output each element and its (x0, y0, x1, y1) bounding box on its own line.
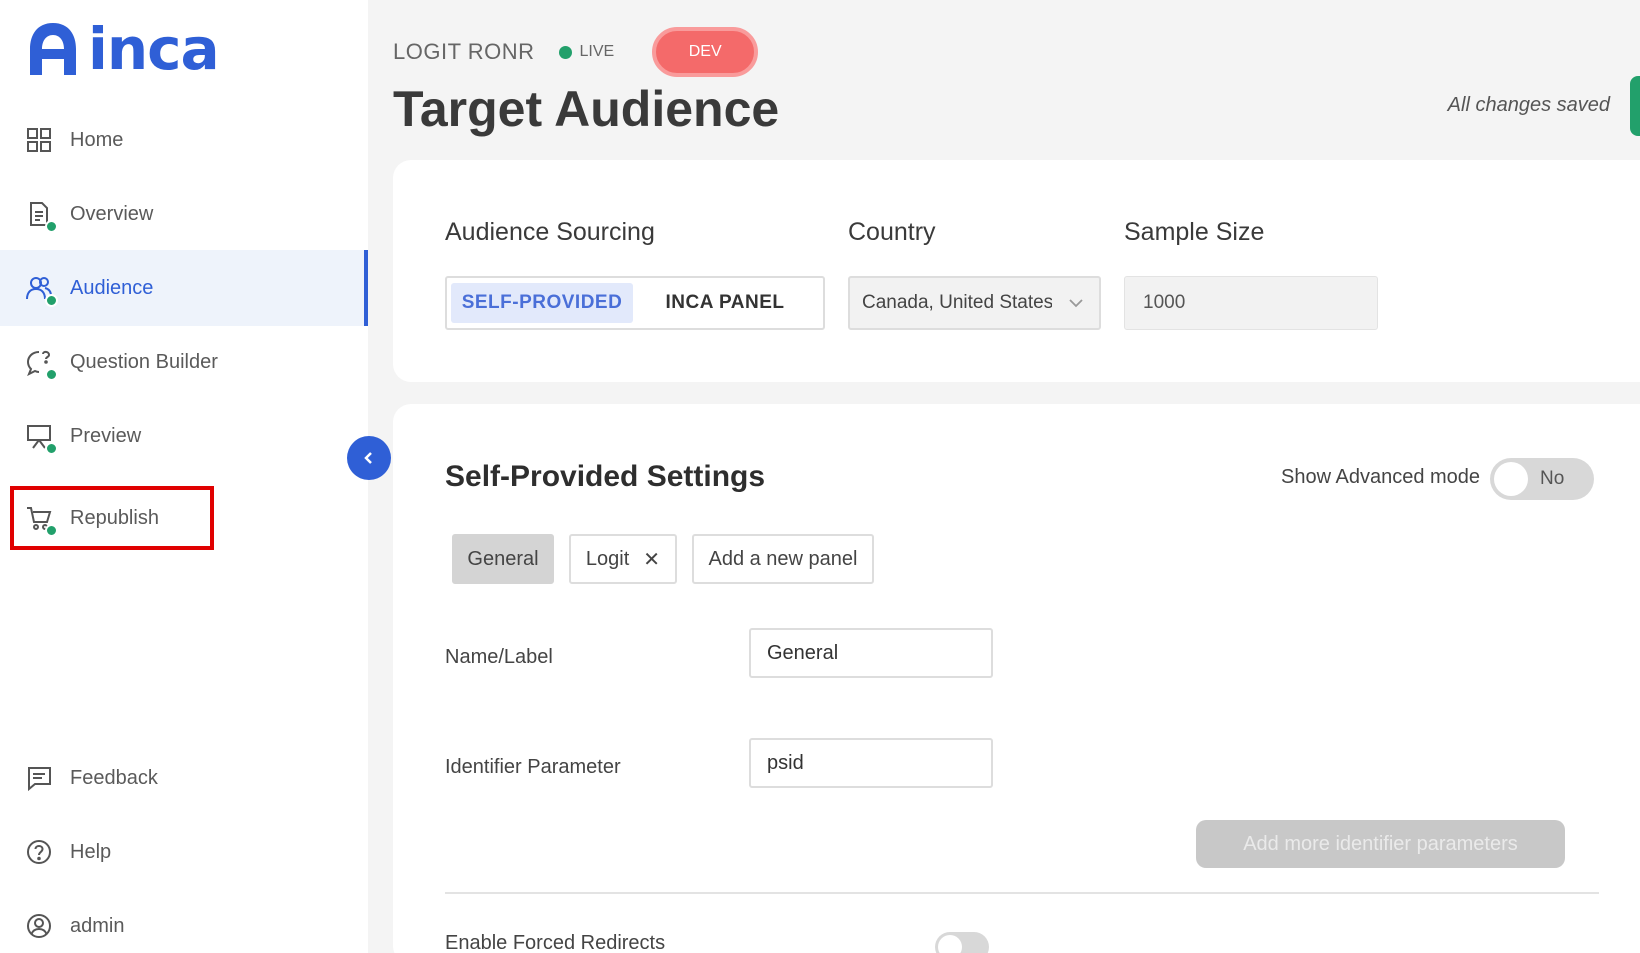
help-icon (24, 837, 54, 867)
country-label: Country (848, 218, 936, 246)
sidebar-item-admin[interactable]: admin (0, 888, 368, 953)
tab-logit[interactable]: Logit ✕ (569, 534, 677, 584)
sidebar: inca Home Overview Audience Question Bui… (0, 0, 368, 953)
sample-size-label: Sample Size (1124, 218, 1265, 246)
country-select[interactable]: Canada, United States (848, 276, 1101, 330)
live-status-dot (558, 45, 572, 59)
add-panel-button[interactable]: Add a new panel (692, 534, 874, 584)
grid-icon (24, 125, 54, 155)
name-label: Name/Label (445, 646, 553, 668)
sidebar-item-label: Feedback (70, 766, 158, 789)
sidebar-item-label: Question Builder (70, 350, 218, 373)
forced-redirects-toggle[interactable] (935, 932, 989, 953)
logo-wordmark: inca (88, 15, 220, 83)
sidebar-item-label: Overview (70, 202, 154, 225)
complete-check-icon (45, 220, 58, 233)
advanced-mode-toggle[interactable]: No (1490, 458, 1594, 500)
advanced-mode-label: Show Advanced mode (1281, 466, 1481, 488)
cart-icon (24, 503, 58, 537)
tab-label: Add a new panel (708, 547, 858, 570)
users-icon (24, 273, 58, 307)
sidebar-item-label: Republish (70, 506, 159, 529)
question-bubble-icon (24, 347, 58, 381)
sidebar-item-preview[interactable]: Preview (0, 398, 368, 474)
sidebar-item-question-builder[interactable]: Question Builder (0, 324, 368, 400)
sourcing-toggle: SELF-PROVIDED INCA PANEL (445, 276, 825, 330)
self-provided-settings-card: Self-Provided Settings Show Advanced mod… (393, 404, 1640, 953)
inca-logo-icon (30, 23, 76, 75)
tab-general[interactable]: General (452, 534, 554, 584)
sourcing-option-self-provided[interactable]: SELF-PROVIDED (451, 283, 633, 323)
chevron-left-icon (364, 452, 372, 464)
section-title: Self-Provided Settings (445, 460, 766, 493)
publish-button-edge[interactable] (1630, 76, 1640, 136)
toggle-knob (1494, 462, 1528, 496)
divider (445, 892, 1599, 894)
sidebar-item-overview[interactable]: Overview (0, 176, 368, 252)
document-icon (24, 199, 58, 233)
sidebar-item-feedback[interactable]: Feedback (0, 740, 368, 816)
project-status-row: LOGIT RONR LIVE DEV (393, 27, 759, 77)
complete-check-icon (45, 442, 58, 455)
sourcing-option-inca-panel[interactable]: INCA PANEL (633, 283, 817, 323)
toggle-knob (938, 935, 962, 953)
complete-check-icon (45, 294, 58, 307)
presentation-icon (24, 421, 58, 455)
identifier-input[interactable]: psid (749, 738, 993, 788)
live-status-label: LIVE (579, 43, 615, 60)
sidebar-item-label: Help (70, 840, 112, 863)
close-icon[interactable]: ✕ (643, 547, 660, 572)
sourcing-label: Audience Sourcing (445, 218, 655, 246)
sidebar-item-label: Home (70, 128, 124, 151)
name-input[interactable]: General (749, 628, 993, 678)
tab-label: Logit (585, 547, 630, 570)
identifier-label: Identifier Parameter (445, 756, 621, 778)
sidebar-item-home[interactable]: Home (0, 102, 368, 178)
sidebar-item-audience[interactable]: Audience (0, 250, 368, 326)
chevron-down-icon (1069, 299, 1083, 308)
complete-check-icon (45, 524, 58, 537)
page-title: Target Audience (393, 81, 780, 137)
message-icon (24, 763, 54, 793)
sidebar-item-label: admin (70, 914, 125, 937)
sidebar-item-republish[interactable]: Republish (0, 480, 368, 556)
sidebar-item-label: Audience (70, 276, 154, 299)
collapse-sidebar-button[interactable] (347, 436, 391, 480)
sidebar-item-help[interactable]: Help (0, 814, 368, 890)
add-identifier-button[interactable]: Add more identifier parameters (1196, 820, 1565, 868)
sidebar-item-label: Preview (70, 424, 142, 447)
toggle-value: No (1540, 468, 1565, 489)
forced-redirects-label: Enable Forced Redirects (445, 932, 666, 953)
complete-check-icon (45, 368, 58, 381)
env-badge[interactable]: DEV (652, 27, 759, 77)
save-status: All changes saved (1447, 94, 1610, 116)
user-circle-icon (24, 911, 54, 941)
project-name: LOGIT RONR (393, 39, 535, 64)
inca-logo[interactable]: inca (24, 15, 220, 83)
audience-card: Audience Sourcing Country Sample Size SE… (393, 160, 1640, 382)
sample-size-input[interactable]: 1000 (1124, 276, 1378, 330)
tab-label: General (467, 547, 539, 570)
country-value: Canada, United States (862, 292, 1052, 313)
